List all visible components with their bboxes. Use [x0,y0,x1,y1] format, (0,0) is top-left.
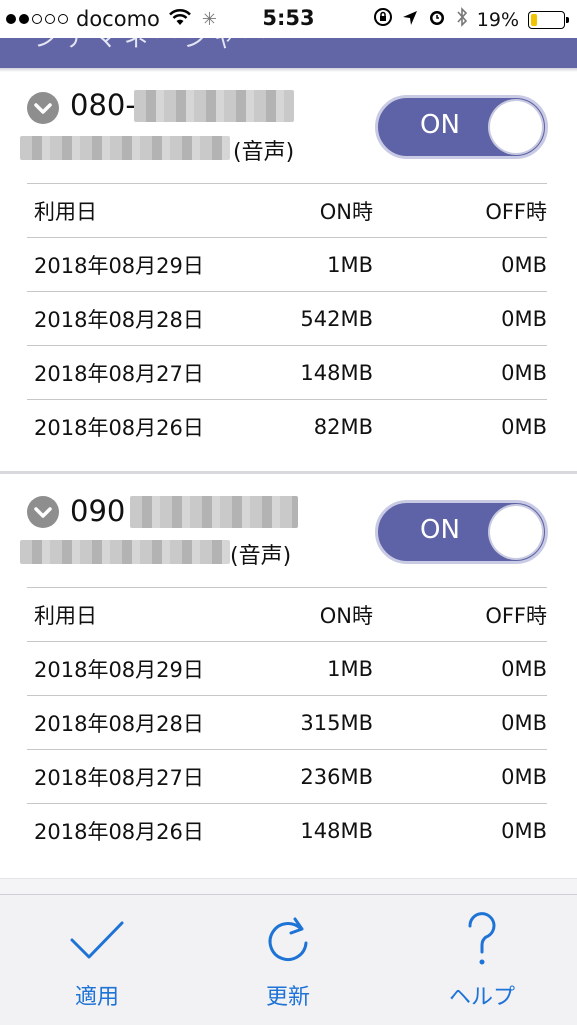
redacted-name [20,540,230,564]
apply-button[interactable]: 適用 [27,909,167,1011]
redacted-number [134,90,294,122]
off-usage-cell: 0MB [373,641,547,696]
column-header-date: 利用日 [27,183,244,238]
scroll-gap [0,878,577,895]
rotation-lock-icon [373,7,393,32]
line-card: 090 (音声) ON 利用日 ON時 OFF時 2018年08月29日 1MB… [0,474,577,878]
on-usage-cell: 1MB [244,641,373,696]
date-cell: 2018年08月28日 [27,695,244,750]
column-header-date: 利用日 [27,587,244,642]
chevron-down-icon[interactable] [27,92,59,124]
toggle-label: ON [420,515,460,545]
table-row: 2018年08月29日 1MB 0MB [27,237,547,292]
refresh-label: 更新 [265,985,310,1010]
date-cell: 2018年08月27日 [27,749,244,804]
battery-icon [528,10,569,29]
off-usage-cell: 0MB [373,237,547,292]
column-header-off: OFF時 [373,183,547,238]
help-button[interactable]: ヘルプ [412,909,552,1011]
refresh-icon [218,909,358,971]
off-usage-cell: 0MB [373,291,547,346]
voice-label: (音声) [233,140,295,165]
checkmark-icon [27,909,167,971]
table-row: 2018年08月28日 542MB 0MB [27,291,547,346]
chevron-down-icon[interactable] [27,496,59,528]
column-header-on: ON時 [244,183,373,238]
table-row: 2018年08月28日 315MB 0MB [27,695,547,750]
alarm-icon [427,7,447,32]
date-cell: 2018年08月27日 [27,345,244,400]
table-row: 2018年08月26日 82MB 0MB [27,400,547,454]
off-usage-cell: 0MB [373,749,547,804]
column-header-off: OFF時 [373,587,547,642]
date-cell: 2018年08月29日 [27,237,244,292]
table-header-row: 利用日 ON時 OFF時 [27,587,547,642]
line-card: 080- (音声) ON 利用日 ON時 OFF時 2018年08月29日 1M… [0,72,577,472]
apply-label: 適用 [74,985,119,1010]
off-usage-cell: 0MB [501,818,547,843]
table-header-row: 利用日 ON時 OFF時 [27,183,547,238]
date-cell: 2018年08月26日 [34,415,204,440]
bluetooth-icon [456,7,468,32]
app-header: シテマネージャー [0,38,577,68]
redacted-number [130,496,298,528]
help-label: ヘルプ [448,985,515,1010]
battery-percent: 19% [476,8,519,31]
off-usage-cell: 0MB [373,345,547,400]
on-usage-cell: 148MB [244,345,373,400]
voice-label: (音声) [230,544,292,569]
page-title: シテマネージャー [34,38,273,52]
status-bar: docomo ✳ 5:53 19% [0,0,577,38]
question-mark-icon [412,909,552,971]
off-usage-cell: 0MB [373,695,547,750]
phone-number: 090 [70,494,126,528]
table-row: 2018年08月26日 148MB 0MB [27,804,547,858]
data-toggle-switch[interactable]: ON [375,500,548,564]
off-usage-cell: 0MB [501,414,547,439]
toggle-label: ON [420,110,460,140]
on-usage-cell: 148MB [300,818,373,843]
date-cell: 2018年08月26日 [34,819,204,844]
date-cell: 2018年08月29日 [27,641,244,696]
battery-level [531,13,537,26]
table-row: 2018年08月27日 148MB 0MB [27,345,547,400]
redacted-name [20,136,230,160]
on-usage-cell: 236MB [244,749,373,804]
column-header-on: ON時 [244,587,373,642]
location-arrow-icon [402,9,418,31]
usage-table: 利用日 ON時 OFF時 2018年08月29日 1MB 0MB 2018年08… [27,183,547,453]
on-usage-cell: 82MB [313,414,373,439]
table-row: 2018年08月27日 236MB 0MB [27,749,547,804]
bottom-toolbar: 適用 更新 ヘルプ [0,894,577,1025]
on-usage-cell: 542MB [244,291,373,346]
on-usage-cell: 1MB [244,237,373,292]
date-cell: 2018年08月28日 [27,291,244,346]
refresh-button[interactable]: 更新 [218,909,358,1011]
table-row: 2018年08月29日 1MB 0MB [27,641,547,696]
data-toggle-switch[interactable]: ON [375,95,548,159]
toggle-knob[interactable] [490,101,542,153]
on-usage-cell: 315MB [244,695,373,750]
toggle-knob[interactable] [490,506,542,558]
usage-table: 利用日 ON時 OFF時 2018年08月29日 1MB 0MB 2018年08… [27,587,547,857]
phone-number: 080- [70,88,136,122]
